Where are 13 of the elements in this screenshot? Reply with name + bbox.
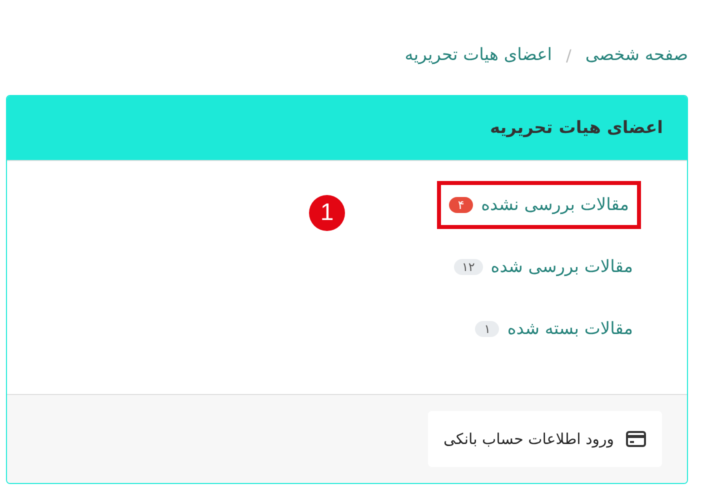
credit-card-icon <box>626 431 646 447</box>
breadcrumb-link[interactable]: اعضای هیات تحریریه <box>404 45 552 65</box>
breadcrumb-link[interactable]: صفحه شخصی <box>585 45 688 65</box>
menu-link[interactable]: مقالات بسته شده ۱ <box>467 305 641 353</box>
count-badge: ۴ <box>449 197 474 213</box>
highlighted-menu-link[interactable]: مقالات بررسی نشده ۴ <box>437 181 641 229</box>
count-badge: ۱۲ <box>454 259 483 275</box>
card-title: اعضای هیات تحریریه <box>490 118 663 138</box>
bank-account-button[interactable]: ورود اطلاعات حساب بانکی <box>428 411 662 467</box>
count-badge: ۱ <box>475 321 500 337</box>
step-number-marker: 1 <box>309 195 345 231</box>
breadcrumb-separator: / <box>566 46 572 64</box>
menu-link[interactable]: مقالات بررسی شده ۱۲ <box>446 243 641 291</box>
